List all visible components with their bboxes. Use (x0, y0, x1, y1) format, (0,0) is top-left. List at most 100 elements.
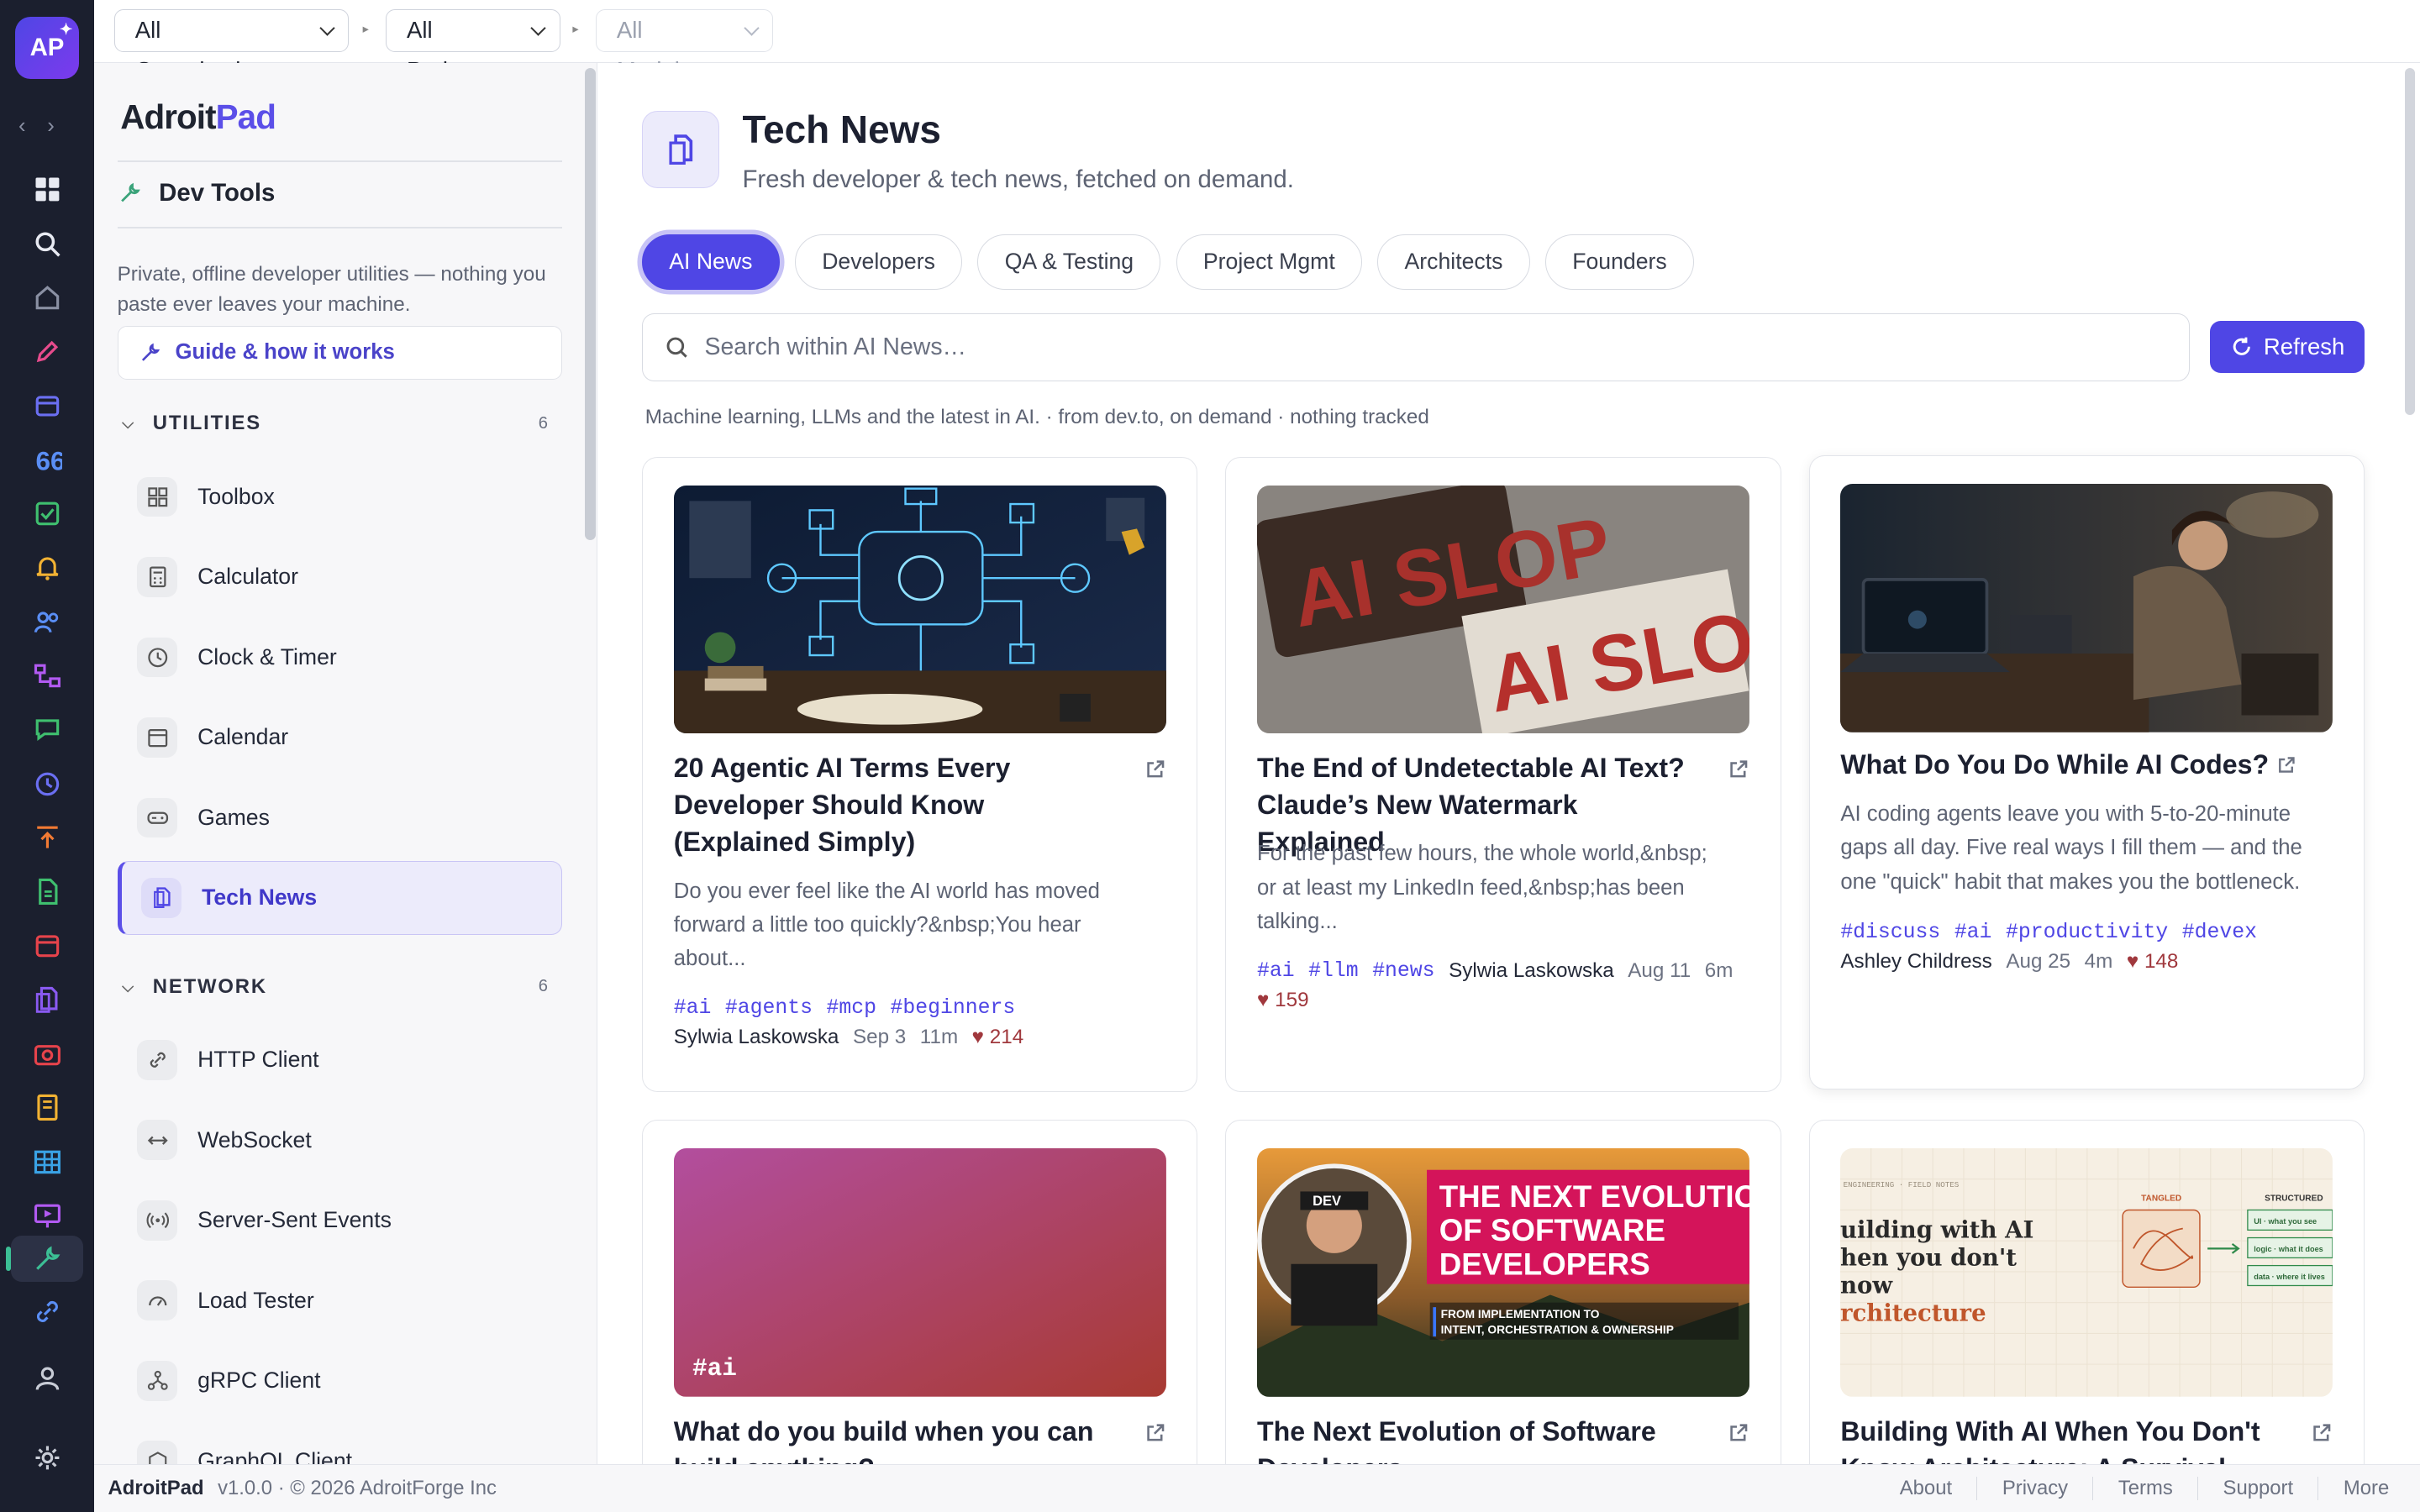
bell-icon[interactable] (28, 548, 68, 588)
news-card[interactable]: ENGINEERING · FIELD NOTES uilding with A… (1808, 1120, 2365, 1465)
tag[interactable]: #news (1372, 959, 1434, 983)
guide-button[interactable]: Guide & how it works (117, 325, 562, 380)
tab-qa-testing[interactable]: QA & Testing (977, 234, 1161, 291)
article-title[interactable]: What do you build when you can build any… (674, 1413, 1122, 1464)
upload-icon[interactable] (28, 817, 68, 858)
sidebar-item-websocket[interactable]: WebSocket (118, 1103, 562, 1177)
search-icon (666, 337, 687, 358)
tab-ai-news[interactable]: AI News (642, 234, 780, 291)
external-link-icon[interactable] (1728, 759, 1749, 780)
article-title[interactable]: Building With AI When You Don't Know Arc… (1840, 1413, 2288, 1464)
refresh-button[interactable]: Refresh (2210, 321, 2365, 374)
article-title[interactable]: The Next Evolution of Software Developer… (1257, 1413, 1705, 1464)
organisation-select[interactable]: All Organisations (113, 9, 350, 83)
tag[interactable]: #agents (725, 996, 813, 1020)
app-logo[interactable]: AP ✦ (15, 17, 79, 79)
article-title[interactable]: 20 Agentic AI Terms Every Developer Shou… (674, 749, 1122, 860)
project-select[interactable]: All Projects (386, 9, 560, 83)
tag[interactable]: #ai (674, 996, 712, 1020)
link-icon[interactable] (28, 1291, 68, 1331)
footer-link-terms[interactable]: Terms (2092, 1477, 2197, 1501)
tag[interactable]: #productivity (2006, 921, 2168, 944)
clock-icon[interactable] (28, 764, 68, 804)
sidebar-item-clock-timer[interactable]: Clock & Timer (118, 620, 562, 694)
sidebar-item-toolbox[interactable]: Toolbox (118, 459, 562, 533)
tag[interactable]: #llm (1308, 959, 1359, 983)
tab-project-mgmt[interactable]: Project Mgmt (1176, 234, 1362, 291)
main-scrollbar[interactable] (2404, 67, 2416, 416)
news-card[interactable]: 20 Agentic AI Terms Every Developer Shou… (642, 456, 1198, 1093)
sidebar-item-http-client[interactable]: HTTP Client (118, 1023, 562, 1097)
svg-text:now: now (1840, 1273, 1893, 1299)
workflow-icon[interactable] (28, 656, 68, 696)
sidebar-scrollbar[interactable] (585, 67, 596, 540)
svg-text:data · where it lives: data · where it lives (2254, 1273, 2326, 1282)
sidebar-item-calculator[interactable]: Calculator (118, 540, 562, 614)
archive-icon[interactable] (28, 386, 68, 426)
divider (117, 160, 562, 162)
notebook-icon[interactable] (28, 1088, 68, 1128)
network-section-header[interactable]: ⌵ NETWORK 6 (122, 975, 548, 999)
article-title[interactable]: What Do You Do While AI Codes? (1840, 746, 2303, 783)
tag[interactable]: #beginners (891, 996, 1016, 1020)
table-icon[interactable] (28, 1142, 68, 1182)
pencil-icon[interactable] (28, 332, 68, 372)
settings-icon[interactable] (28, 1438, 68, 1478)
sidebar-item-calendar[interactable]: Calendar (118, 701, 562, 774)
news-card[interactable]: DEV THE NEXT EVOLUTION OF SOFTWARE DEVEL… (1225, 1120, 1781, 1465)
news-card[interactable]: What Do You Do While AI Codes? AI coding… (1808, 454, 2365, 1089)
back-arrow-icon[interactable]: ‹ (18, 114, 26, 139)
history-nav: ‹ › (18, 114, 55, 139)
home-icon[interactable] (28, 278, 68, 318)
quote-icon[interactable]: 66 (28, 439, 68, 480)
external-link-icon[interactable] (1728, 1422, 1749, 1444)
camera-icon[interactable] (28, 1034, 68, 1074)
users-icon[interactable] (28, 601, 68, 642)
wrench-icon (142, 343, 160, 361)
sidebar-item-load-tester[interactable]: Load Tester (118, 1263, 562, 1337)
footer-link-more[interactable]: More (2317, 1477, 2389, 1501)
utilities-section-header[interactable]: ⌵ UTILITIES 6 (122, 412, 548, 435)
heart-icon: ♥ (1257, 988, 1270, 1011)
tag[interactable]: #ai (1257, 959, 1295, 983)
external-link-icon[interactable] (2276, 755, 2296, 775)
wrench-icon (121, 182, 141, 202)
sidebar-item-grpc-client[interactable]: gRPC Client (118, 1344, 562, 1418)
calendar-icon[interactable] (28, 926, 68, 966)
footer-link-privacy[interactable]: Privacy (1976, 1477, 2092, 1501)
presentation-icon[interactable] (28, 1195, 68, 1236)
tag[interactable]: #mcp (827, 996, 877, 1020)
news-card[interactable]: #ai What do you build when you can build… (642, 1120, 1198, 1465)
pages-icon[interactable] (28, 979, 68, 1020)
search-input[interactable] (704, 333, 2094, 361)
external-link-icon[interactable] (1144, 1422, 1166, 1444)
module-select[interactable]: All Modules (595, 9, 774, 83)
tab-architects[interactable]: Architects (1377, 234, 1530, 291)
profile-icon[interactable] (28, 1357, 68, 1398)
tab-founders[interactable]: Founders (1545, 234, 1694, 291)
news-card[interactable]: AI SLOP AI SLOP The End of Undetectable … (1225, 456, 1781, 1093)
tag[interactable]: #ai (1954, 921, 1992, 944)
search-icon[interactable] (28, 223, 68, 264)
footer-link-support[interactable]: Support (2197, 1477, 2317, 1501)
checkbox-icon[interactable] (28, 494, 68, 534)
footer-link-about[interactable]: About (1875, 1477, 1976, 1500)
footer-links: About Privacy Terms Support More (1875, 1465, 2389, 1512)
chat-icon[interactable] (28, 710, 68, 750)
sidebar-item-games[interactable]: Games (118, 780, 562, 854)
sidebar-item-graphql-client[interactable]: GraphQL Client (118, 1424, 562, 1465)
likes: ♥ 148 (2126, 950, 2179, 973)
sidebar-item-tech-news[interactable]: Tech News (117, 860, 562, 936)
forward-arrow-icon[interactable]: › (47, 114, 55, 139)
sidebar-item-server-sent-events[interactable]: Server-Sent Events (118, 1184, 562, 1257)
heart-icon: ♥ (2126, 950, 2139, 973)
dev-tools-icon[interactable] (6, 1236, 84, 1283)
external-link-icon[interactable] (1144, 759, 1166, 780)
external-link-icon[interactable] (2311, 1422, 2333, 1444)
dashboard-icon[interactable] (28, 170, 68, 210)
tag[interactable]: #discuss (1840, 921, 1940, 944)
feed-description: Machine learning, LLMs and the latest in… (644, 406, 1429, 429)
tag[interactable]: #devex (2182, 921, 2257, 944)
tab-developers[interactable]: Developers (794, 234, 963, 291)
document-icon[interactable] (28, 872, 68, 912)
